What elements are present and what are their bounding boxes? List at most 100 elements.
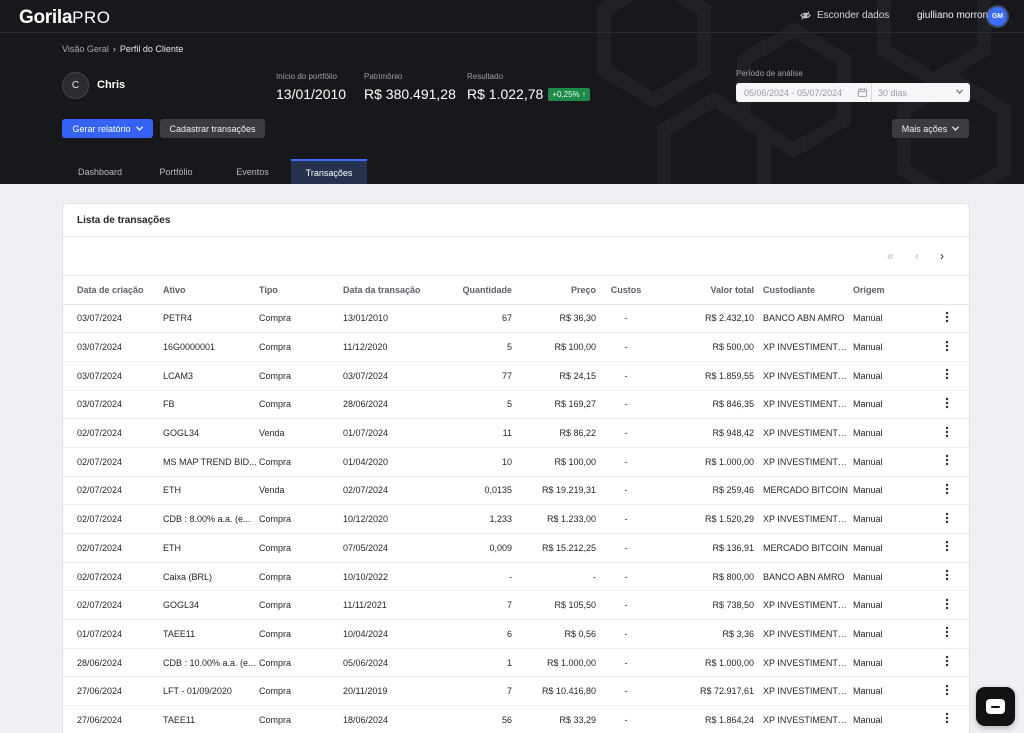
user-avatar[interactable]: GM — [988, 7, 1007, 26]
kebab-menu-icon[interactable] — [945, 712, 949, 724]
column-header-type[interactable]: Tipo — [259, 276, 343, 305]
table-row[interactable]: 02/07/2024 GOGL34 Compra 11/11/2021 7 R$ 105,… — [63, 590, 969, 621]
row-actions-cell — [923, 418, 969, 448]
kebab-menu-icon[interactable] — [945, 311, 949, 323]
cell-asset: TAEE11 — [163, 619, 259, 649]
cell-asset: FB — [163, 390, 259, 420]
table-row[interactable]: 27/06/2024 LFT - 01/09/2020 Compra 20/11/20… — [63, 676, 969, 707]
gorila-pro-logo[interactable]: GorilaPRO — [19, 7, 110, 29]
logo-main-text: Gorila — [19, 7, 73, 28]
range-select[interactable]: 30 dias — [872, 83, 970, 102]
kebab-menu-icon[interactable] — [945, 540, 949, 552]
cell-costs: - — [596, 504, 656, 534]
period-selector: 05/06/2024 - 05/07/2024 30 dias — [736, 83, 970, 102]
table-row[interactable]: 02/07/2024 GOGL34 Venda 01/07/2024 11 R$ 86,2… — [63, 418, 969, 448]
row-actions-cell — [923, 676, 969, 707]
kebab-menu-icon[interactable] — [945, 626, 949, 638]
cell-total: R$ 1.000,00 — [656, 447, 754, 477]
tab-portfolio[interactable]: Portfólio — [138, 159, 214, 184]
cell-type: Compra — [259, 304, 343, 334]
cell-origin: Manual — [853, 705, 923, 733]
tab-transactions[interactable]: Transações — [291, 159, 367, 184]
cell-asset: ETH — [163, 533, 259, 563]
generate-report-button[interactable]: Gerar relatório — [62, 119, 153, 138]
tab-events[interactable]: Eventos — [214, 159, 291, 184]
cell-type: Compra — [259, 619, 343, 649]
column-header-asset[interactable]: Ativo — [163, 276, 259, 305]
kebab-menu-icon[interactable] — [945, 598, 949, 610]
previous-page-icon[interactable]: ‹ — [915, 250, 919, 262]
column-header-transaction-date[interactable]: Data da transação — [343, 276, 447, 305]
cell-price: R$ 36,30 — [512, 304, 596, 334]
next-page-icon[interactable]: › — [940, 250, 944, 262]
cell-created: 02/07/2024 — [63, 533, 163, 563]
hide-data-toggle[interactable]: Esconder dados — [800, 10, 889, 21]
cell-price: R$ 15.212,25 — [512, 533, 596, 563]
kebab-menu-icon[interactable] — [945, 340, 949, 352]
table-row[interactable]: 03/07/2024 FB Compra 28/06/2024 5 R$ 169,27- R… — [63, 390, 969, 420]
chat-support-button[interactable] — [976, 687, 1015, 726]
kebab-menu-icon[interactable] — [945, 512, 949, 524]
kebab-menu-icon[interactable] — [945, 368, 949, 380]
cell-type: Compra — [259, 332, 343, 362]
cell-total: R$ 2.432,10 — [656, 304, 754, 334]
table-row[interactable]: 28/06/2024 CDB : 10.00% a.a. (e... Compra 0… — [63, 648, 969, 678]
cell-custodian: BANCO ABN AMRO — [754, 304, 853, 334]
table-row[interactable]: 02/07/2024 ETH Compra 07/05/2024 0,009 R$ 15.… — [63, 533, 969, 563]
profile-header: GorilaPRO Esconder dados giulliano morro… — [0, 0, 1024, 184]
cell-transaction-date: 10/10/2022 — [343, 562, 447, 592]
column-header-quantity[interactable]: Quantidade — [447, 276, 512, 305]
cell-transaction-date: 03/07/2024 — [343, 361, 447, 391]
stat-value: 13/01/2010 — [276, 86, 347, 102]
cell-quantity: 6 — [447, 619, 512, 649]
kebab-menu-icon[interactable] — [945, 426, 949, 438]
calendar-icon — [858, 88, 867, 97]
table-row[interactable]: 02/07/2024 ETH Venda 02/07/2024 0,0135 R$ 19.… — [63, 476, 969, 506]
kebab-menu-icon[interactable] — [945, 569, 949, 581]
kebab-menu-icon[interactable] — [945, 454, 949, 466]
row-actions-cell — [923, 390, 969, 420]
column-header-costs[interactable]: Custos — [596, 276, 656, 305]
cell-costs: - — [596, 590, 656, 621]
table-row[interactable]: 02/07/2024 Caixa (BRL) Compra 10/10/2022- - -… — [63, 562, 969, 592]
table-row[interactable]: 27/06/2024 TAEE11 Compra 18/06/2024 56 R$ 33,… — [63, 705, 969, 733]
kebab-menu-icon[interactable] — [945, 397, 949, 409]
cell-costs: - — [596, 418, 656, 448]
tab-dashboard[interactable]: Dashboard — [62, 159, 138, 184]
table-row[interactable]: 02/07/2024 CDB : 8.00% a.a. (e... Compra 10… — [63, 504, 969, 534]
top-bar: GorilaPRO Esconder dados giulliano morro… — [0, 0, 1024, 33]
kebab-menu-icon[interactable] — [945, 655, 949, 667]
cell-created: 02/07/2024 — [63, 447, 163, 477]
kebab-menu-icon[interactable] — [945, 684, 949, 696]
table-row[interactable]: 03/07/2024 16G0000001 Compra 11/12/2020 5 R$ … — [63, 332, 969, 362]
column-header-price[interactable]: Preço — [512, 276, 596, 305]
cell-price: R$ 100,00 — [512, 447, 596, 477]
cell-costs: - — [596, 676, 656, 707]
column-header-origin[interactable]: Origem — [853, 276, 923, 305]
cell-price: R$ 10.416,80 — [512, 676, 596, 707]
column-header-total[interactable]: Valor total — [656, 276, 754, 305]
register-transactions-button[interactable]: Cadastrar transações — [160, 119, 265, 138]
period-label: Período de análise — [736, 69, 803, 78]
date-range-input[interactable]: 05/06/2024 - 05/07/2024 — [736, 83, 872, 102]
table-row[interactable]: 03/07/2024 PETR4 Compra 13/01/2010 67 R$ 36,3… — [63, 304, 969, 334]
cell-custodian: MERCADO BITCOIN — [754, 533, 853, 563]
breadcrumb-separator: › — [112, 44, 116, 54]
more-actions-button[interactable]: Mais ações — [892, 119, 969, 138]
cell-total: R$ 800,00 — [656, 562, 754, 592]
cell-created: 02/07/2024 — [63, 590, 163, 621]
cell-total: R$ 1.000,00 — [656, 648, 754, 678]
table-row[interactable]: 03/07/2024 LCAM3 Compra 03/07/2024 77 R$ 24,1… — [63, 361, 969, 391]
table-row[interactable]: 02/07/2024 MS MAP TREND BID... Compra 01/04… — [63, 447, 969, 477]
breadcrumb-root[interactable]: Visão Geral — [62, 44, 109, 54]
cell-price: R$ 1.233,00 — [512, 504, 596, 534]
cell-price: R$ 33,29 — [512, 705, 596, 733]
first-page-icon[interactable]: « — [887, 250, 894, 262]
cell-transaction-date: 11/12/2020 — [343, 332, 447, 362]
column-header-created[interactable]: Data de criação — [63, 276, 163, 305]
kebab-menu-icon[interactable] — [945, 483, 949, 495]
table-row[interactable]: 01/07/2024 TAEE11 Compra 10/04/2024 6 R$ 0,56… — [63, 619, 969, 649]
cell-created: 02/07/2024 — [63, 418, 163, 448]
column-header-custodian[interactable]: Custodiante — [754, 276, 853, 305]
user-name[interactable]: giulliano morroni — [917, 10, 990, 21]
